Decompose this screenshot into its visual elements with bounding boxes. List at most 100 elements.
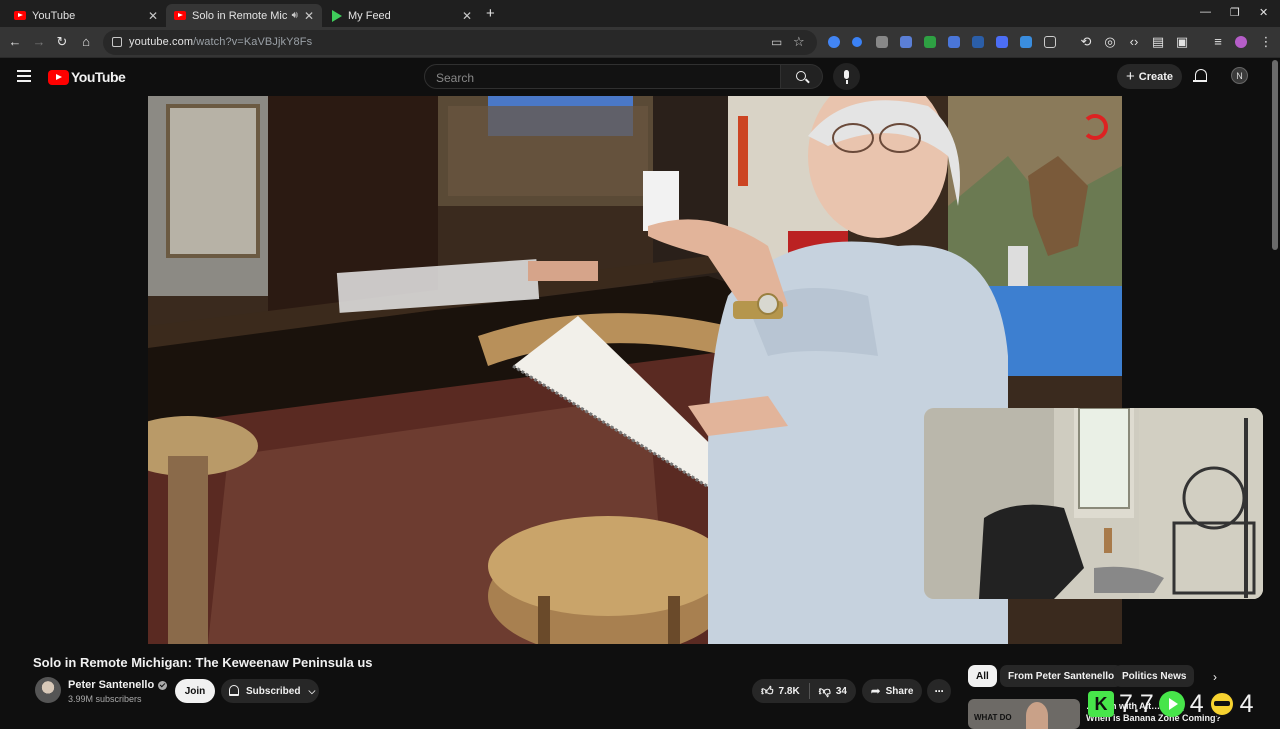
stream-overlay-badges: K 7.7 4 4 [1088, 688, 1278, 720]
rumble-play-icon [1158, 691, 1185, 717]
thumbnail-text: WHAT DO [974, 713, 1012, 722]
pip-webcam-overlay[interactable] [924, 408, 1263, 599]
bell-icon [229, 685, 239, 696]
browser-tab-strip: YouTube ✕ Solo in Remote Michigan: Th 🔊︎… [0, 0, 1280, 27]
share-label: Share [885, 685, 914, 697]
search-placeholder: Search [436, 71, 475, 85]
logo-text: YouTube [71, 69, 126, 85]
browser-menu-icon[interactable]: ⋮ [1258, 34, 1274, 50]
notifications-bell-icon[interactable] [1193, 69, 1207, 83]
extension-window-icon[interactable] [948, 36, 960, 48]
subscribed-button[interactable]: Subscribed ⌵ [221, 679, 319, 703]
chevron-right-icon[interactable]: › [1213, 670, 1217, 684]
page-scrollbar[interactable] [1272, 60, 1278, 720]
tab-my-feed[interactable]: My Feed ✕ [324, 4, 480, 27]
video-title: Solo in Remote Michigan: The Keweenaw Pe… [33, 655, 373, 670]
media-control-icon[interactable]: ≡ [1210, 34, 1226, 49]
address-bar[interactable]: youtube.com/watch?v=KaVBJjkY8Fs ▭ ☆ [103, 30, 817, 55]
extension-shield-blue-icon[interactable] [996, 36, 1008, 48]
youtube-header: YouTube Search + Create N [0, 59, 1280, 95]
search-input[interactable]: Search [424, 64, 781, 89]
speaker-icon[interactable]: 🔊︎ [292, 10, 298, 21]
screenshot-icon[interactable]: ◎ [1102, 34, 1118, 50]
thumbnail-face [1026, 702, 1048, 729]
site-info-icon[interactable] [112, 37, 122, 47]
close-icon[interactable]: ✕ [304, 9, 314, 23]
menu-icon[interactable] [17, 70, 31, 82]
extension-cloud-icon[interactable] [900, 36, 912, 48]
tab-title: My Feed [348, 9, 391, 22]
reload-icon[interactable]: ↻ [54, 34, 70, 50]
window-close-button[interactable]: ✕ [1259, 6, 1268, 19]
extension-shield-icon[interactable] [924, 36, 936, 48]
youtube-icon [14, 11, 26, 20]
restore-button[interactable]: ❐ [1230, 6, 1240, 19]
create-button[interactable]: + Create [1117, 64, 1182, 89]
like-count: 7.8K [778, 685, 800, 697]
search-icon [796, 71, 806, 81]
channel-name[interactable]: Peter Santenello [68, 679, 168, 691]
chip-politics-news[interactable]: Politics News [1114, 665, 1195, 687]
home-icon[interactable]: ⌂ [78, 34, 94, 49]
tab-search-icon[interactable]: ▣ [1174, 34, 1190, 50]
search-button[interactable] [781, 64, 823, 89]
related-video-thumbnail[interactable]: WHAT DO [968, 699, 1080, 729]
avatar-letter: N [1236, 70, 1243, 81]
dislike-button[interactable]: 👎︎ 34 [810, 679, 856, 703]
tab-youtube[interactable]: YouTube ✕ [6, 4, 166, 27]
subscribed-label: Subscribed [246, 685, 301, 697]
feed-play-icon [332, 9, 342, 22]
profile-avatar-icon[interactable] [1235, 36, 1247, 48]
plus-icon: + [1125, 68, 1135, 85]
extensions-puzzle-icon[interactable] [1044, 36, 1056, 48]
voice-search-button[interactable] [833, 63, 860, 90]
close-icon[interactable]: ✕ [148, 9, 158, 23]
history-icon[interactable]: ⟲ [1078, 34, 1094, 50]
devtools-icon[interactable]: ‹› [1126, 34, 1142, 49]
extension-glasses-icon[interactable] [876, 36, 888, 48]
tab-title: Solo in Remote Michigan: Th [192, 9, 288, 22]
chip-all[interactable]: All [968, 665, 997, 687]
mascot-face-icon [1208, 691, 1235, 717]
more-actions-button[interactable]: ··· [927, 679, 951, 703]
back-icon[interactable]: ← [7, 34, 23, 49]
forward-icon[interactable]: → [31, 34, 47, 49]
like-dislike-group: 👍︎ 7.8K 👎︎ 34 [752, 679, 856, 703]
youtube-icon [174, 11, 186, 20]
minimize-button[interactable]: — [1200, 6, 1211, 18]
like-button[interactable]: 👍︎ 7.8K [752, 679, 809, 703]
pip-frame [924, 408, 1263, 599]
chip-from-channel[interactable]: From Peter Santenello [1000, 665, 1123, 687]
overlay-count-3: 4 [1239, 689, 1254, 718]
thumbs-up-icon: 👍︎ [761, 683, 774, 698]
new-tab-button[interactable]: + [486, 5, 495, 22]
tab-title: YouTube [32, 9, 76, 22]
join-button[interactable]: Join [175, 679, 215, 703]
kick-logo-icon: K [1088, 691, 1114, 717]
channel-name-text: Peter Santenello [68, 679, 155, 691]
extension-audio-icon[interactable] [972, 36, 984, 48]
channel-avatar[interactable] [35, 677, 61, 703]
share-arrow-icon: ➦ [870, 684, 881, 698]
extension-chrome-icon[interactable] [828, 36, 840, 48]
subscriber-count: 3.99M subscribers [68, 694, 142, 704]
share-button[interactable]: ➦ Share [862, 679, 922, 703]
browser-toolbar: ← → ↻ ⌂ youtube.com/watch?v=KaVBJjkY8Fs … [0, 27, 1280, 58]
cast-icon[interactable]: ▭ [771, 35, 782, 49]
create-label: Create [1138, 70, 1173, 83]
dislike-count: 34 [835, 685, 847, 697]
youtube-icon [48, 69, 69, 85]
extension-rocket-icon[interactable] [1020, 36, 1032, 48]
reading-list-icon[interactable]: ▤ [1150, 34, 1166, 50]
close-icon[interactable]: ✕ [462, 9, 472, 23]
overlay-count-2: 4 [1189, 689, 1204, 718]
loading-spinner-icon [1082, 114, 1108, 140]
verified-check-icon [158, 680, 168, 690]
account-avatar[interactable]: N [1231, 67, 1248, 84]
scrollbar-thumb[interactable] [1272, 60, 1278, 250]
thumbs-down-icon: 👎︎ [818, 683, 831, 698]
bookmark-star-icon[interactable]: ☆ [793, 34, 805, 50]
youtube-logo[interactable]: YouTube [48, 69, 126, 85]
extension-blue-dot-icon[interactable] [852, 37, 862, 47]
tab-video[interactable]: Solo in Remote Michigan: Th 🔊︎ ✕ [166, 4, 322, 27]
